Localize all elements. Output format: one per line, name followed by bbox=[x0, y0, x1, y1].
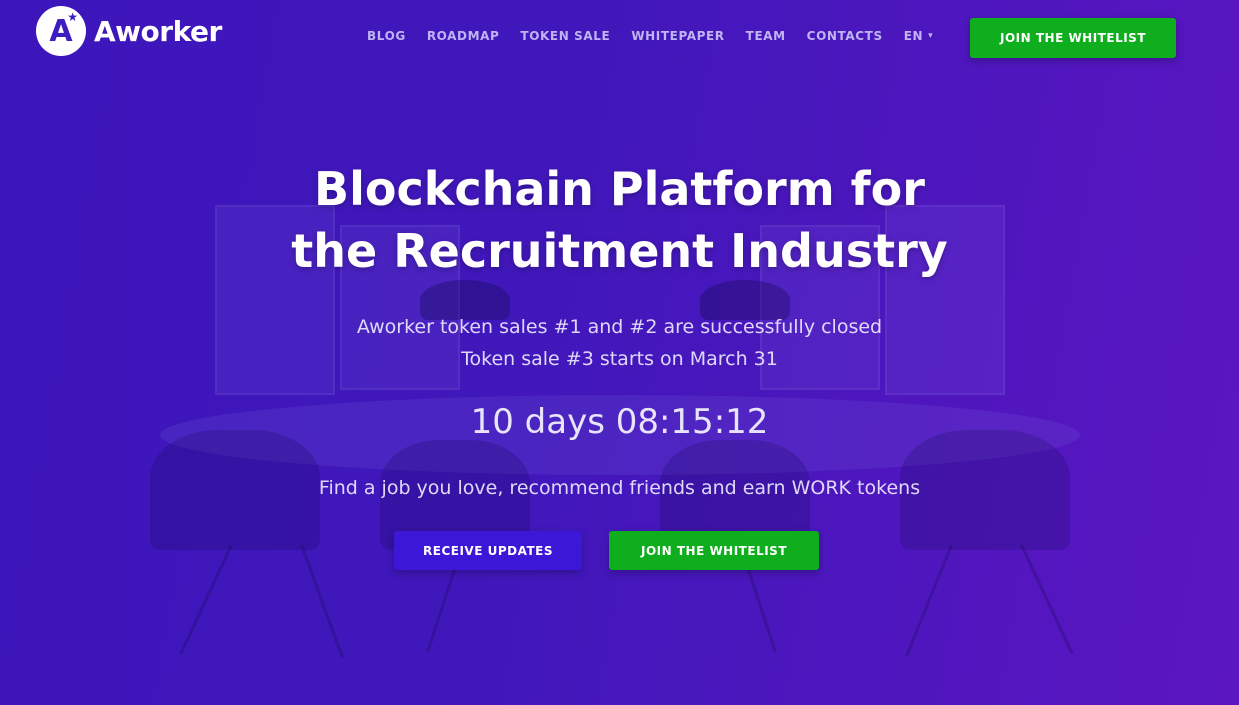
title-line-2: the Recruitment Industry bbox=[291, 224, 948, 278]
language-selector[interactable]: EN ▾ bbox=[904, 29, 934, 43]
star-icon: ★ bbox=[67, 10, 78, 24]
countdown-timer: 10 days 08:15:12 bbox=[470, 402, 769, 442]
hero-section: A ★ Aworker BLOG ROADMAP TOKEN SALE WHIT… bbox=[0, 0, 1239, 705]
logo-icon: A ★ bbox=[36, 6, 86, 56]
status-text-2: Token sale #3 starts on March 31 bbox=[461, 348, 778, 370]
nav-item-blog[interactable]: BLOG bbox=[367, 29, 406, 43]
brand-logo[interactable]: A ★ Aworker bbox=[36, 6, 222, 56]
header-join-whitelist-button[interactable]: JOIN THE WHITELIST bbox=[970, 18, 1176, 58]
chevron-down-icon: ▾ bbox=[928, 31, 934, 41]
nav-item-contacts[interactable]: CONTACTS bbox=[807, 29, 883, 43]
language-label: EN bbox=[903, 29, 924, 43]
receive-updates-button[interactable]: RECEIVE UPDATES bbox=[394, 531, 582, 570]
nav-item-token-sale[interactable]: TOKEN SALE bbox=[520, 29, 610, 43]
logo-text: Aworker bbox=[94, 14, 222, 48]
tagline: Find a job you love, recommend friends a… bbox=[318, 477, 921, 499]
nav-item-team[interactable]: TEAM bbox=[746, 29, 786, 43]
page-title: Blockchain Platform for the Recruitment … bbox=[0, 158, 1239, 282]
nav-item-roadmap[interactable]: ROADMAP bbox=[427, 29, 500, 43]
status-text-1: Aworker token sales #1 and #2 are succes… bbox=[356, 316, 883, 338]
main-nav: BLOG ROADMAP TOKEN SALE WHITEPAPER TEAM … bbox=[367, 29, 954, 43]
hero-join-whitelist-button[interactable]: JOIN THE WHITELIST bbox=[609, 531, 819, 570]
nav-item-whitepaper[interactable]: WHITEPAPER bbox=[631, 29, 724, 43]
title-line-1: Blockchain Platform for bbox=[314, 162, 925, 216]
